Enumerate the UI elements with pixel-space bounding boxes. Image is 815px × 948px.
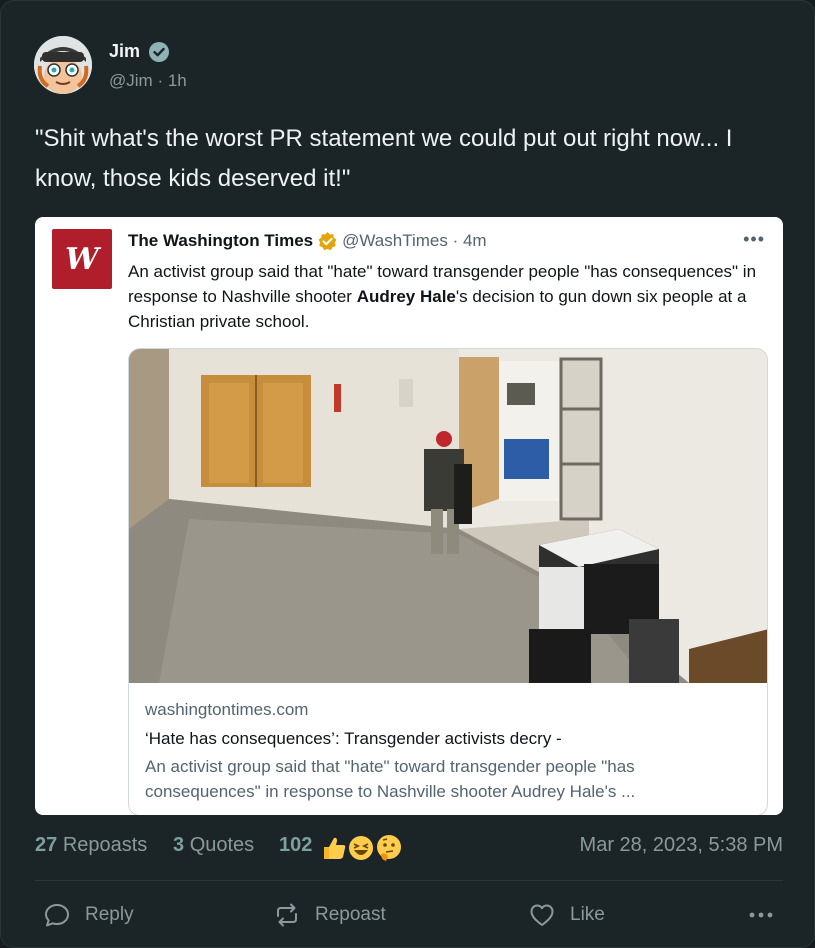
author-avatar[interactable] (34, 36, 92, 94)
reply-button[interactable]: Reply (43, 899, 134, 931)
repost-icon (277, 903, 297, 927)
link-preview-card[interactable]: washingtontimes.com ‘Hate has consequenc… (128, 348, 768, 815)
reactions-stat[interactable]: 102 (279, 834, 312, 857)
quotes-label: Quotes (189, 834, 255, 856)
link-title: ‘Hate has consequences’: Transgender act… (145, 729, 562, 748)
thumbs-up-icon (324, 837, 346, 859)
post-timestamp[interactable]: Mar 28, 2023, 5:38 PM (580, 834, 783, 857)
thinking-face-icon (377, 835, 401, 861)
link-description: An activist group said that "hate" towar… (145, 757, 636, 801)
reposts-count: 27 (35, 834, 58, 856)
logo-letter: W (65, 241, 99, 277)
quoted-header: The Washington Times @WashTimes · 4m (128, 231, 487, 251)
heart-icon (530, 904, 554, 926)
quoted-text: An activist group said that "hate" towar… (128, 259, 768, 334)
reactions-count: 102 (279, 834, 313, 856)
quotes-stat[interactable]: 3 Quotes (173, 834, 254, 857)
quoted-time[interactable]: 4m (463, 231, 487, 251)
quoted-handle[interactable]: @WashTimes (342, 231, 448, 251)
reposts-label: Repoasts (62, 834, 148, 856)
author-name[interactable]: Jim (109, 41, 140, 62)
cctv-hallway-image (129, 349, 767, 683)
more-options-icon[interactable]: ••• (743, 229, 765, 250)
divider (35, 880, 783, 881)
like-label: Like (570, 904, 605, 925)
reply-icon (45, 904, 69, 927)
post-time[interactable]: 1h (168, 71, 187, 90)
quoted-author-name[interactable]: The Washington Times (128, 231, 313, 251)
repost-button[interactable]: Repoast (273, 899, 386, 931)
author-handle[interactable]: @Jim (109, 71, 153, 90)
more-icon (749, 912, 773, 918)
author-meta: @Jim · 1h (109, 71, 187, 91)
more-actions-button[interactable] (747, 899, 789, 931)
engagement-stats: 27 Repoasts 3 Quotes 102 Mar 28, 2023, 5… (35, 834, 783, 862)
link-domain: washingtontimes.com (145, 700, 309, 719)
like-button[interactable]: Like (528, 899, 605, 931)
gold-verified-icon (318, 231, 337, 250)
meta-separator: · (157, 71, 168, 90)
laughing-face-icon (349, 836, 373, 860)
verified-badge-icon (149, 42, 169, 62)
reply-label: Reply (85, 904, 134, 925)
post-text: "Shit what's the worst PR statement we c… (35, 125, 733, 192)
reposts-stat[interactable]: 27 Repoasts (35, 834, 147, 857)
repost-label: Repoast (315, 904, 386, 925)
quoted-separator: · (447, 231, 463, 250)
quoted-post[interactable]: W The Washington Times @WashTimes · 4m •… (35, 217, 783, 815)
quoted-text-bold: Audrey Hale (356, 287, 456, 306)
washington-times-logo[interactable]: W (52, 229, 112, 289)
quotes-count: 3 (173, 834, 185, 856)
post-card: Jim @Jim · 1h "Shit what's the worst PR … (0, 0, 815, 948)
